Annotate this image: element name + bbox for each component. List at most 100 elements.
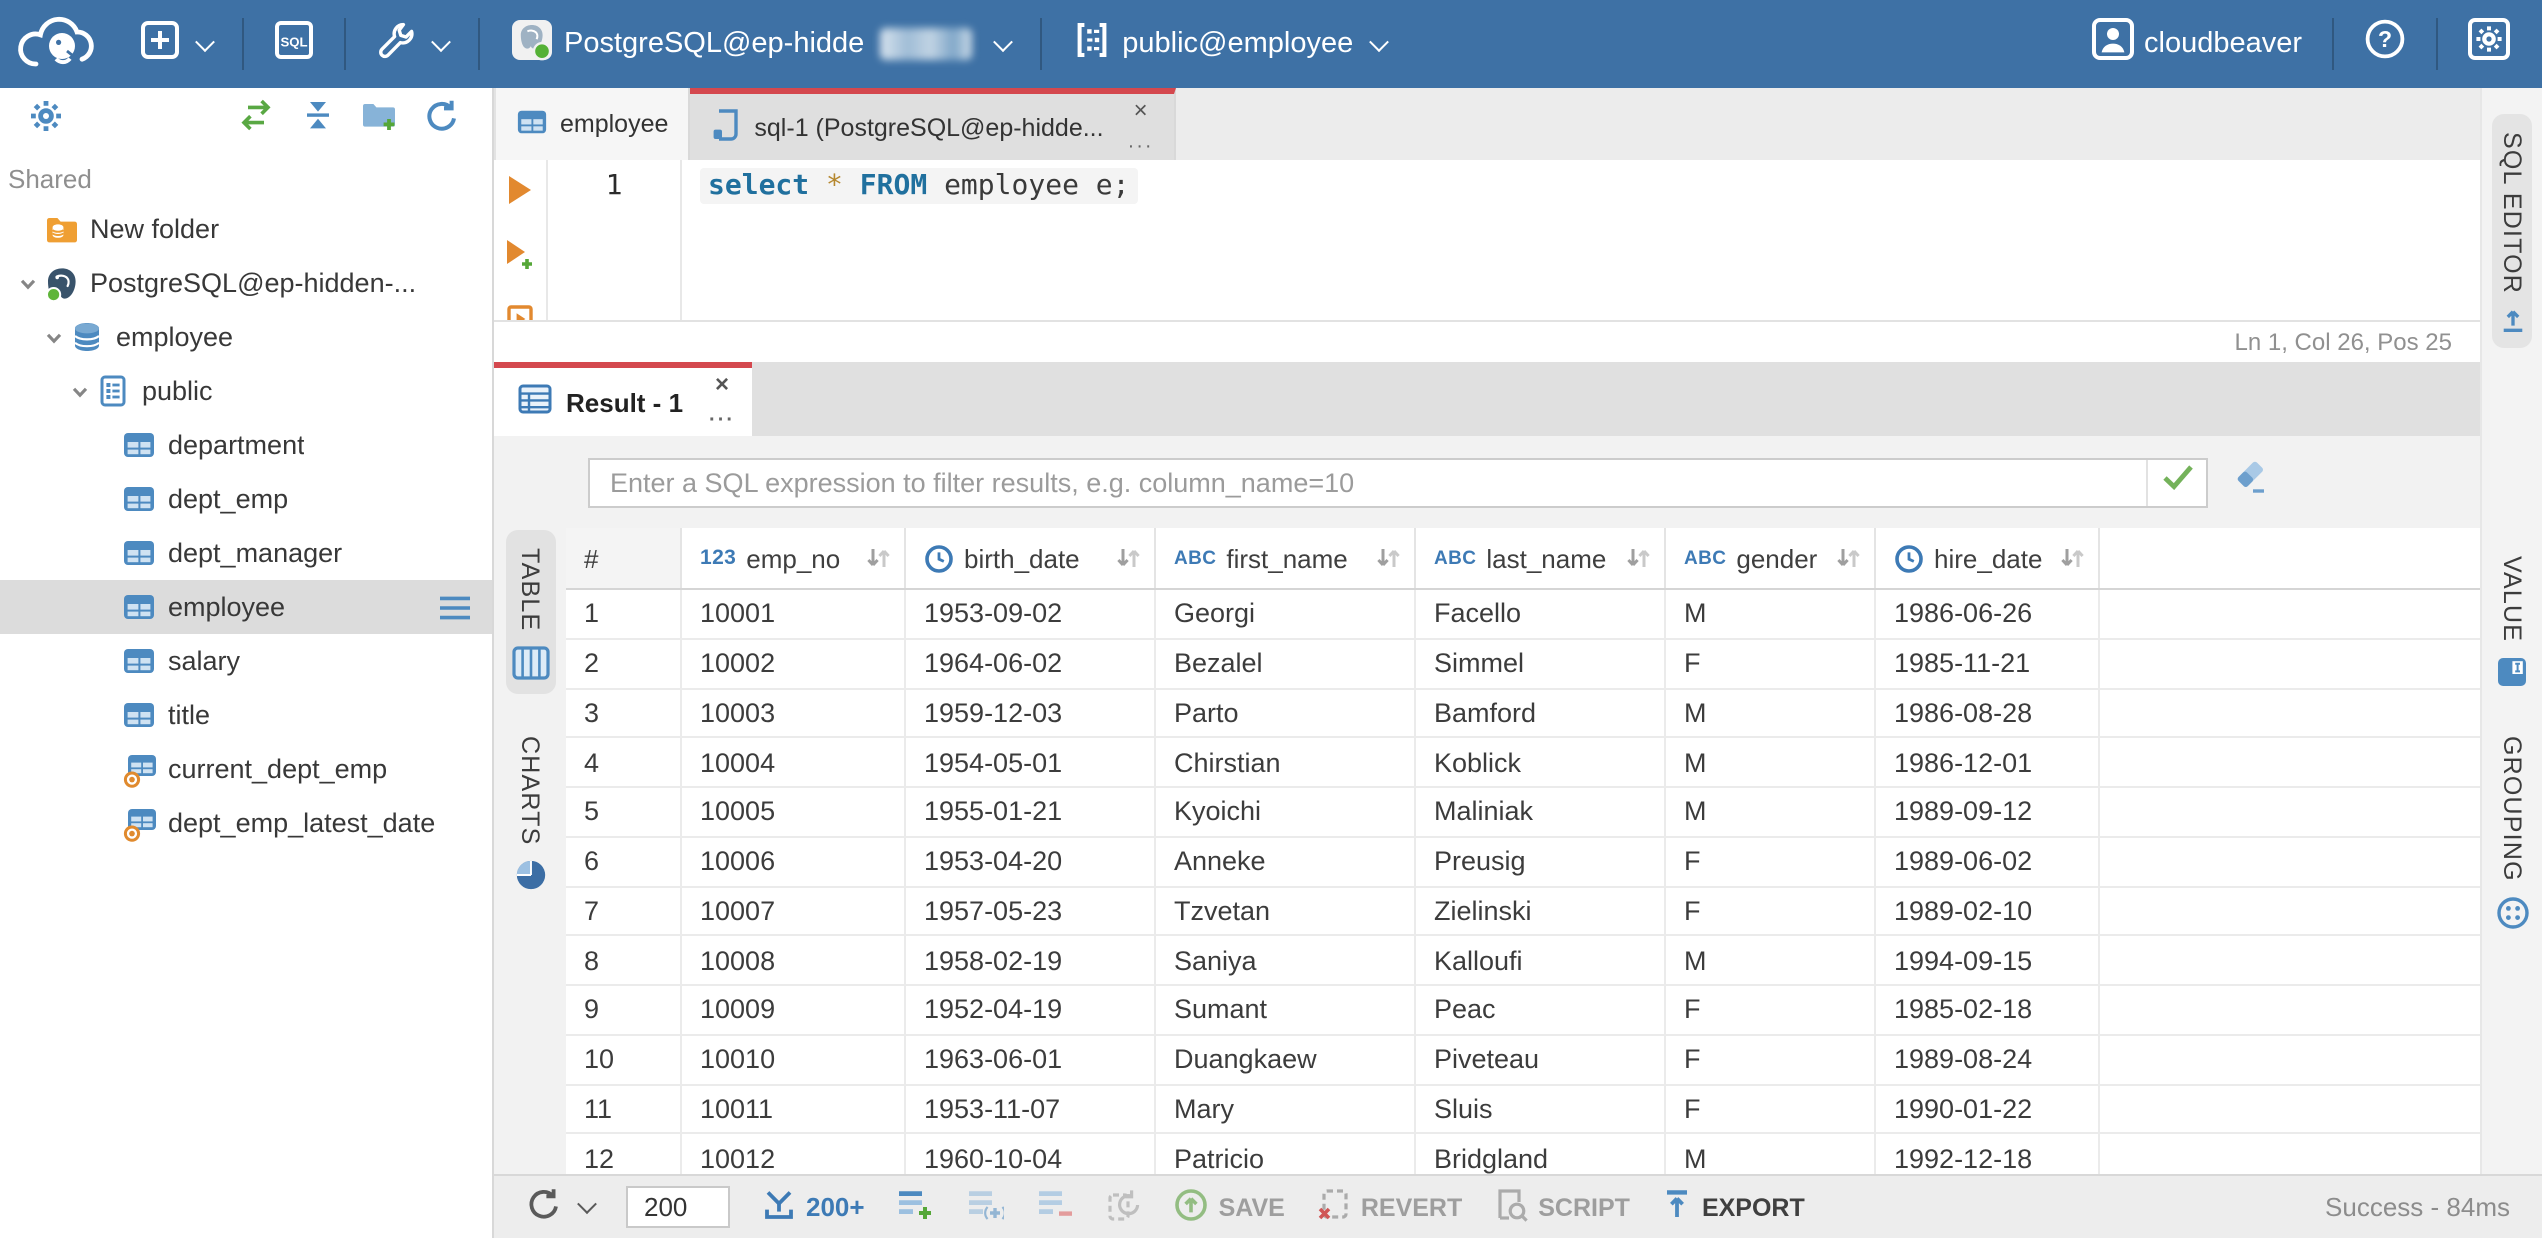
row-number-cell[interactable]: 10 [566, 1035, 682, 1083]
export-button[interactable]: EXPORT [1646, 1176, 1821, 1238]
data-cell[interactable]: 1989-02-10 [1876, 887, 2100, 935]
new-folder-button[interactable] [348, 97, 412, 143]
data-cell[interactable]: 1953-04-20 [906, 837, 1156, 885]
data-cell[interactable]: 1989-08-24 [1876, 1035, 2100, 1083]
data-cell[interactable]: 1990-01-22 [1876, 1085, 2100, 1133]
sort-icon[interactable] [1834, 544, 1862, 572]
code-area[interactable]: select * FROM employee e; [682, 160, 2480, 320]
data-cell[interactable]: 1994-09-15 [1876, 936, 2100, 984]
data-cell[interactable]: 1952-04-19 [906, 986, 1156, 1034]
data-cell[interactable]: Bezalel [1156, 639, 1416, 687]
column-header-hire_date[interactable]: hire_date [1876, 528, 2100, 588]
duplicate-row-button[interactable] [951, 1176, 1021, 1238]
data-cell[interactable]: Sumant [1156, 986, 1416, 1034]
clear-filter-button[interactable] [2232, 460, 2270, 504]
tab-grouping-panel[interactable]: GROUPING [2489, 718, 2535, 944]
data-cell[interactable]: 1960-10-04 [906, 1134, 1156, 1174]
data-cell[interactable]: 10007 [682, 887, 906, 935]
revert-button[interactable]: REVERT [1301, 1176, 1478, 1238]
data-cell[interactable]: Facello [1416, 590, 1666, 638]
data-cell[interactable]: Georgi [1156, 590, 1416, 638]
tree-expand-chevron-icon[interactable] [38, 327, 68, 347]
data-cell[interactable]: F [1666, 887, 1876, 935]
row-number-cell[interactable]: 6 [566, 837, 682, 885]
column-header-emp_no[interactable]: 123 emp_no [682, 528, 906, 588]
fetch-more-button[interactable]: 200+ [746, 1176, 881, 1238]
close-tab-button[interactable]: × [1134, 97, 1148, 121]
column-header-last_name[interactable]: ABC last_name [1416, 528, 1666, 588]
row-number-cell[interactable]: 7 [566, 887, 682, 935]
tab-employee[interactable]: employee [494, 88, 691, 160]
column-header-gender[interactable]: ABC gender [1666, 528, 1876, 588]
add-row-button[interactable] [881, 1176, 951, 1238]
data-cell[interactable]: 10004 [682, 738, 906, 786]
row-number-cell[interactable]: 12 [566, 1134, 682, 1174]
data-cell[interactable]: 1964-06-02 [906, 639, 1156, 687]
save-button[interactable]: SAVE [1159, 1176, 1301, 1238]
data-cell[interactable]: 10010 [682, 1035, 906, 1083]
column-header-first_name[interactable]: ABC first_name [1156, 528, 1416, 588]
script-button[interactable]: SCRIPT [1478, 1176, 1646, 1238]
row-number-cell[interactable]: 3 [566, 689, 682, 737]
data-cell[interactable]: M [1666, 738, 1876, 786]
tab-menu-icon[interactable]: ··· [709, 411, 735, 431]
sort-icon[interactable] [2058, 544, 2086, 572]
data-cell[interactable]: F [1666, 1035, 1876, 1083]
tab-sql-1[interactable]: sql-1 (PostgreSQL@ep-hidde... × ··· [690, 88, 1176, 160]
data-cell[interactable]: Saniya [1156, 936, 1416, 984]
data-cell[interactable]: 1958-02-19 [906, 936, 1156, 984]
sql-editor-button[interactable]: SQL [262, 0, 326, 88]
tree-item-public[interactable]: public [0, 364, 492, 418]
data-cell[interactable]: Kalloufi [1416, 936, 1666, 984]
data-cell[interactable]: 10006 [682, 837, 906, 885]
data-cell[interactable]: Maliniak [1416, 788, 1666, 836]
data-cell[interactable]: Peac [1416, 986, 1666, 1034]
data-cell[interactable]: 1986-12-01 [1876, 738, 2100, 786]
data-cell[interactable]: 10003 [682, 689, 906, 737]
data-cell[interactable]: F [1666, 837, 1876, 885]
data-cell[interactable]: M [1666, 1134, 1876, 1174]
tab-charts-presentation[interactable]: CHARTS [507, 717, 553, 907]
data-cell[interactable]: Chirstian [1156, 738, 1416, 786]
tab-value-panel[interactable]: VALUE [2490, 538, 2534, 702]
tree-item-dept-emp-latest-date[interactable]: dept_emp_latest_date [0, 796, 492, 850]
data-cell[interactable]: M [1666, 936, 1876, 984]
row-limit-input[interactable] [626, 1186, 730, 1228]
data-cell[interactable]: 1953-11-07 [906, 1085, 1156, 1133]
data-cell[interactable]: 1989-09-12 [1876, 788, 2100, 836]
data-cell[interactable]: 10002 [682, 639, 906, 687]
collapse-all-button[interactable] [288, 98, 348, 142]
data-cell[interactable]: 1957-05-23 [906, 887, 1156, 935]
row-number-cell[interactable]: 5 [566, 788, 682, 836]
row-number-cell[interactable]: 2 [566, 639, 682, 687]
data-cell[interactable]: 1955-01-21 [906, 788, 1156, 836]
data-cell[interactable]: Kyoichi [1156, 788, 1416, 836]
data-cell[interactable]: Parto [1156, 689, 1416, 737]
connection-selector[interactable]: PostgreSQL@ep-hidde [498, 0, 1022, 88]
data-cell[interactable]: 10012 [682, 1134, 906, 1174]
data-cell[interactable]: M [1666, 590, 1876, 638]
tab-table-presentation[interactable]: TABLE [505, 530, 555, 694]
row-number-cell[interactable]: 8 [566, 936, 682, 984]
sort-icon[interactable] [1624, 544, 1652, 572]
item-menu-icon[interactable] [438, 593, 472, 621]
filter-input[interactable] [590, 459, 2146, 505]
data-cell[interactable]: Simmel [1416, 639, 1666, 687]
execute-query-button[interactable] [506, 174, 534, 216]
data-cell[interactable]: 10005 [682, 788, 906, 836]
tree-item-dept-manager[interactable]: dept_manager [0, 526, 492, 580]
sort-icon[interactable] [864, 544, 892, 572]
row-number-header[interactable]: # [566, 528, 682, 588]
data-cell[interactable]: 1985-02-18 [1876, 986, 2100, 1034]
data-cell[interactable]: 1953-09-02 [906, 590, 1156, 638]
data-cell[interactable]: Zielinski [1416, 887, 1666, 935]
tree-item-employee[interactable]: employee [0, 580, 492, 634]
close-result-button[interactable]: × [715, 372, 729, 396]
data-cell[interactable]: 10011 [682, 1085, 906, 1133]
sort-icon[interactable] [1114, 544, 1142, 572]
cloudbeaver-logo[interactable] [16, 12, 100, 76]
data-cell[interactable]: 1986-06-26 [1876, 590, 2100, 638]
new-connection-button[interactable] [128, 0, 224, 88]
data-cell[interactable]: 1989-06-02 [1876, 837, 2100, 885]
data-cell[interactable]: 1959-12-03 [906, 689, 1156, 737]
